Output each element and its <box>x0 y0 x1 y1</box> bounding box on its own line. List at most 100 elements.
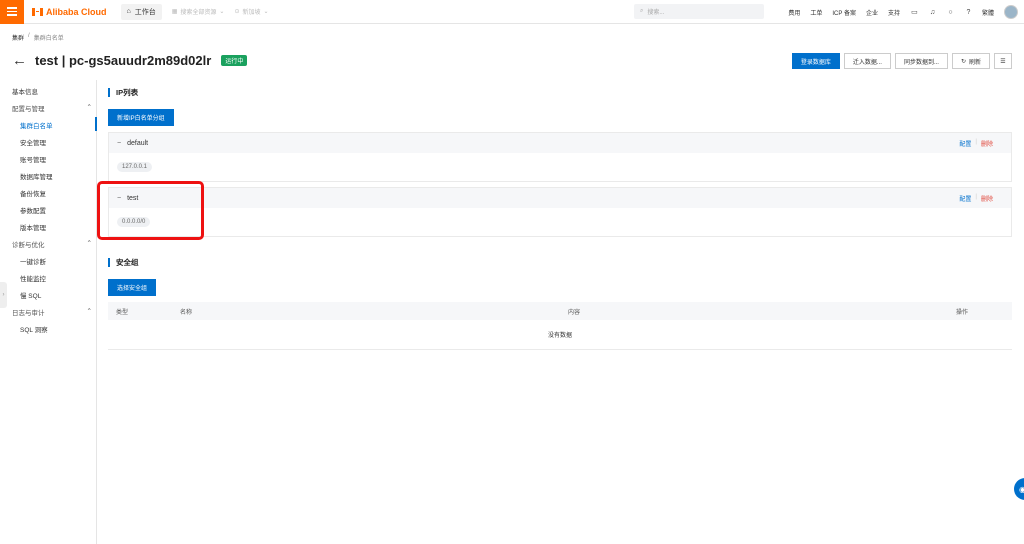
workbench-label: 工作台 <box>134 8 156 16</box>
refresh-label: 刷新 <box>968 59 981 66</box>
column-header-name: 名称 <box>180 309 193 316</box>
sidebar: 基本信息 配置与管理 ⌃ 集群白名单 安全管理 账号管理 数据库管理 备份恢复 … <box>0 80 97 544</box>
column-header-content: 内容 <box>568 309 581 316</box>
add-ip-group-button[interactable]: 新增IP白名单分组 <box>108 109 174 126</box>
sidebar-item-diagnosis[interactable]: 一键诊断 <box>20 256 46 266</box>
link-icp[interactable]: ICP 备案 <box>832 8 856 17</box>
sidebar-item-monitoring[interactable]: 性能监控 <box>20 273 46 283</box>
sidebar-item-slow-sql[interactable]: 慢 SQL <box>20 290 41 300</box>
column-header-actions: 操作 <box>956 309 969 316</box>
search-input[interactable]: ⌕ 搜索... <box>634 4 764 19</box>
chevron-up-icon: ⌃ <box>86 308 92 315</box>
migrate-in-button[interactable]: 迁入数据... <box>843 53 891 69</box>
location-icon: ⊙ <box>234 9 240 15</box>
sidebar-item-parameters[interactable]: 参数配置 <box>20 205 46 215</box>
alibaba-cloud-logo[interactable]: Alibaba Cloud <box>32 7 107 17</box>
list-settings-icon: ☰ <box>1000 58 1006 65</box>
alibaba-cloud-mark-icon <box>32 7 43 16</box>
empty-state: 没有数据 <box>108 320 1012 350</box>
floating-help-button[interactable]: ◉ <box>1014 478 1024 500</box>
ip-group-name: default <box>127 139 149 147</box>
chevron-up-icon: ⌃ <box>86 104 92 111</box>
refresh-button[interactable]: ↻ 刷新 <box>951 53 990 69</box>
sidebar-item-sql-insight[interactable]: SQL 洞察 <box>20 324 48 334</box>
ip-list-title: IP列表 <box>108 88 138 97</box>
sidebar-item-security[interactable]: 安全管理 <box>20 137 46 147</box>
brand-name: Alibaba Cloud <box>46 6 107 17</box>
grid-icon: ▦ <box>171 9 178 15</box>
breadcrumb-current: 集群白名单 <box>33 36 64 42</box>
column-header-type: 类型 <box>116 309 129 316</box>
terminal-icon[interactable]: ▭ <box>910 8 919 17</box>
link-tickets[interactable]: 工单 <box>810 8 822 17</box>
page-header: ← test | pc-gs5auudr2m89d02lr 运行中 <box>12 53 248 68</box>
ip-group-header[interactable]: − test 配置 | 删除 <box>109 188 1011 208</box>
home-icon: ⌂ <box>126 8 131 15</box>
refresh-icon: ↻ <box>960 58 966 65</box>
link-billing[interactable]: 费用 <box>788 8 800 17</box>
sidebar-active-indicator <box>95 117 97 131</box>
region-selector[interactable]: ⊙ 新加坡 ⌄ <box>234 7 268 16</box>
help-icon[interactable]: ? <box>964 8 973 17</box>
chevron-down-icon: ⌄ <box>263 9 269 15</box>
search-icon: ⌕ <box>640 8 644 14</box>
divider: | <box>975 194 977 200</box>
resource-group-selector[interactable]: ▦ 搜索全部资源 ⌄ <box>172 7 225 16</box>
sidebar-item-version[interactable]: 版本管理 <box>20 222 46 232</box>
sidebar-group-label: 诊断与优化 <box>12 242 45 249</box>
divider: | <box>975 139 977 145</box>
ip-group-body: 0.0.0.0/0 <box>109 208 1011 236</box>
breadcrumb-separator: / <box>28 33 30 39</box>
sidebar-group-label: 配置与管理 <box>12 106 45 113</box>
ip-group-actions: 配置 | 删除 <box>959 194 993 203</box>
bell-icon[interactable]: ♫ <box>928 8 937 17</box>
status-badge: 运行中 <box>221 55 248 66</box>
ip-group-actions: 配置 | 删除 <box>959 139 993 148</box>
page-title: test | pc-gs5auudr2m89d02lr <box>35 53 212 68</box>
sidebar-group-diagnosis[interactable]: 诊断与优化 ⌃ <box>12 239 92 249</box>
breadcrumb-root[interactable]: 集群 <box>12 33 24 42</box>
sidebar-item-accounts[interactable]: 账号管理 <box>20 154 46 164</box>
sidebar-collapse-handle[interactable]: › <box>0 282 7 308</box>
sidebar-group-config[interactable]: 配置与管理 ⌃ <box>12 103 92 113</box>
ip-chip: 127.0.0.1 <box>117 162 153 172</box>
avatar[interactable] <box>1004 5 1018 19</box>
link-support[interactable]: 支持 <box>888 8 900 17</box>
ip-group-header[interactable]: − default 配置 | 删除 <box>109 133 1011 153</box>
sidebar-item-databases[interactable]: 数据库管理 <box>20 171 53 181</box>
resource-group-label: 搜索全部资源 <box>180 10 217 16</box>
select-security-group-button[interactable]: 选择安全组 <box>108 279 157 296</box>
delete-link[interactable]: 删除 <box>981 139 993 148</box>
back-arrow-icon[interactable]: ← <box>12 53 27 68</box>
breadcrumb: 集群 / 集群白名单 <box>12 33 64 42</box>
header-actions: 登录数据库 迁入数据... 同步数据到... ↻ 刷新 ☰ <box>791 53 1012 69</box>
menu-icon[interactable] <box>0 0 24 24</box>
login-database-button[interactable]: 登录数据库 <box>791 53 840 69</box>
list-settings-button[interactable]: ☰ <box>994 53 1012 69</box>
chevron-down-icon: ⌄ <box>219 9 225 15</box>
sidebar-item-basic-info[interactable]: 基本信息 <box>12 86 38 96</box>
chevron-up-icon: ⌃ <box>86 240 92 247</box>
language-switch[interactable]: 繁體 <box>982 8 994 17</box>
config-link[interactable]: 配置 <box>959 139 971 148</box>
sync-data-button[interactable]: 同步数据到... <box>894 53 948 69</box>
lightbulb-icon[interactable]: ○ <box>946 8 955 17</box>
search-placeholder: 搜索... <box>647 10 665 16</box>
top-right-nav: 费用 工单 ICP 备案 企业 支持 ▭ ♫ ○ ? 繁體 <box>788 0 1024 24</box>
region-label: 新加坡 <box>242 10 261 16</box>
security-group-title: 安全组 <box>108 258 139 267</box>
link-enterprise[interactable]: 企业 <box>866 8 878 17</box>
ip-group-default: − default 配置 | 删除 127.0.0.1 <box>108 132 1012 182</box>
config-link[interactable]: 配置 <box>959 194 971 203</box>
collapse-icon[interactable]: − <box>117 140 121 147</box>
delete-link[interactable]: 删除 <box>981 194 993 203</box>
workbench-button[interactable]: ⌂ 工作台 <box>120 3 162 20</box>
ip-group-test: − test 配置 | 删除 0.0.0.0/0 <box>108 187 1012 237</box>
sidebar-group-label: 日志与审计 <box>12 310 45 317</box>
sidebar-item-backup[interactable]: 备份恢复 <box>20 188 46 198</box>
sidebar-group-logs[interactable]: 日志与审计 ⌃ <box>12 307 92 317</box>
ip-group-body: 127.0.0.1 <box>109 153 1011 181</box>
chat-icon: ◉ <box>1019 484 1024 494</box>
sidebar-item-cluster-whitelist[interactable]: 集群白名单 <box>20 120 53 130</box>
security-group-table: 类型 名称 内容 操作 没有数据 <box>108 302 1012 350</box>
